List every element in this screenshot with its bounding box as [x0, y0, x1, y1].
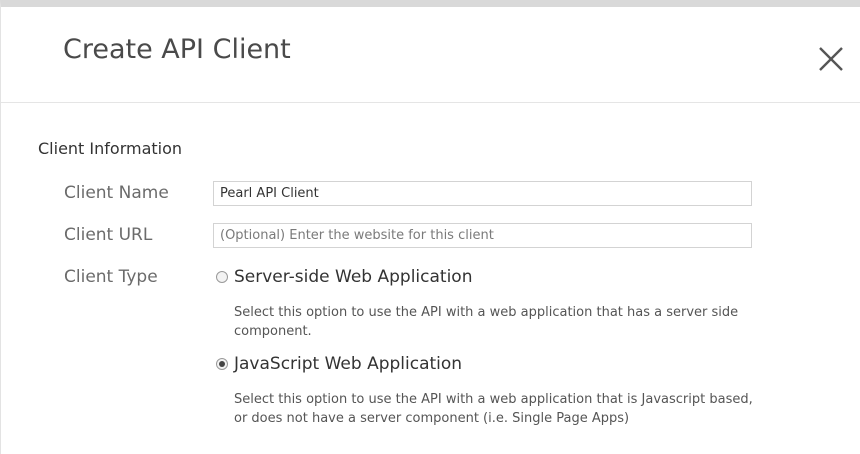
- client-name-label: Client Name: [64, 183, 169, 203]
- radio-icon[interactable]: [216, 271, 228, 283]
- client-name-input[interactable]: [213, 181, 752, 206]
- radio-javascript-description: Select this option to use the API with a…: [234, 392, 753, 426]
- radio-javascript[interactable]: JavaScript Web Application: [216, 354, 462, 374]
- client-url-input[interactable]: [213, 223, 752, 248]
- dialog-header: Create API Client: [1, 14, 860, 103]
- radio-icon[interactable]: [216, 358, 228, 370]
- radio-server-side-description: Select this option to use the API with a…: [234, 305, 739, 339]
- radio-server-side[interactable]: Server-side Web Application: [216, 267, 472, 287]
- client-type-label: Client Type: [64, 267, 158, 287]
- section-title: Client Information: [38, 139, 183, 158]
- dialog-title: Create API Client: [63, 34, 291, 65]
- close-icon: [819, 47, 843, 71]
- client-url-label: Client URL: [64, 225, 153, 245]
- create-api-client-dialog: Create API Client Client Information Cli…: [0, 0, 860, 454]
- radio-server-side-label: Server-side Web Application: [234, 267, 473, 287]
- close-button[interactable]: [811, 39, 851, 79]
- radio-javascript-label: JavaScript Web Application: [234, 354, 463, 374]
